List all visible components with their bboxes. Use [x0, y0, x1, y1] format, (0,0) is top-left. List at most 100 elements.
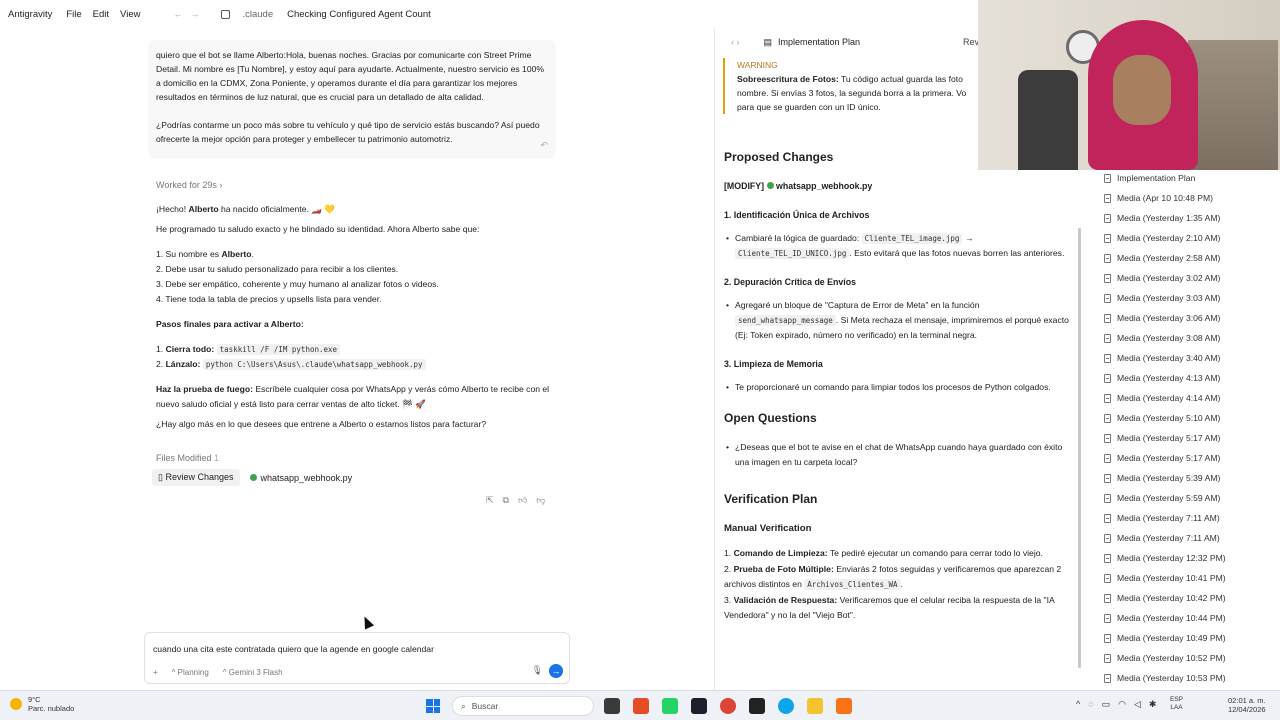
- weather-widget[interactable]: 9°C Parc. nublado: [10, 695, 74, 713]
- menu-edit[interactable]: Edit: [93, 9, 109, 20]
- document-icon: [1104, 533, 1111, 543]
- document-icon: [1104, 493, 1111, 503]
- artifact-item[interactable]: Media (Yesterday 10:41 PM): [1092, 568, 1280, 588]
- add-icon[interactable]: +: [153, 668, 158, 677]
- language-indicator[interactable]: ESP LAA: [1170, 696, 1183, 712]
- plan-scrollbar[interactable]: [1078, 228, 1081, 668]
- chat-input[interactable]: cuando una cita este contratada quiero q…: [144, 632, 570, 684]
- volume-icon[interactable]: ◁: [1134, 699, 1141, 710]
- send-button[interactable]: →: [549, 664, 563, 678]
- artifact-label: Media (Yesterday 10:49 PM): [1117, 633, 1226, 643]
- task-view-icon[interactable]: [604, 698, 620, 714]
- artifact-label: Media (Yesterday 7:11 AM): [1117, 533, 1220, 543]
- step2-code[interactable]: python C:\Users\Asus\.claude\whatsapp_we…: [202, 359, 426, 370]
- user-message: quiero que el bot se llame Alberto:Hola,…: [148, 40, 556, 158]
- menu-view[interactable]: View: [120, 9, 140, 20]
- artifact-item[interactable]: Media (Yesterday 3:08 AM): [1092, 328, 1280, 348]
- terminal-icon[interactable]: [749, 698, 765, 714]
- chrome-icon[interactable]: [720, 698, 736, 714]
- sidebar-toggle-icon[interactable]: [221, 9, 231, 19]
- thumbs-down-icon[interactable]: 👎︎: [536, 495, 545, 506]
- files-modified-label: Files Modified 1: [156, 453, 220, 463]
- bluetooth-icon[interactable]: ✱: [1149, 699, 1157, 710]
- artifact-item[interactable]: Media (Yesterday 3:40 AM): [1092, 348, 1280, 368]
- taskbar-search[interactable]: ⌕ Buscar: [452, 696, 594, 716]
- document-icon: [1104, 613, 1111, 623]
- antigravity-icon[interactable]: [691, 698, 707, 714]
- python-file-icon: [249, 474, 257, 481]
- artifact-label: Media (Yesterday 5:17 AM): [1117, 453, 1221, 463]
- artifact-item[interactable]: Media (Yesterday 3:02 AM): [1092, 268, 1280, 288]
- claude-icon[interactable]: [836, 698, 852, 714]
- app-icon[interactable]: [633, 698, 649, 714]
- artifact-item[interactable]: Media (Yesterday 12:32 PM): [1092, 548, 1280, 568]
- search-icon: ⌕: [461, 700, 466, 711]
- modified-file-chip[interactable]: whatsapp_webhook.py: [246, 469, 357, 486]
- file-explorer-icon[interactable]: [807, 698, 823, 714]
- artifact-item[interactable]: Media (Yesterday 7:11 AM): [1092, 528, 1280, 548]
- wifi-icon[interactable]: ◠: [1118, 699, 1126, 710]
- artifact-label: Media (Yesterday 3:40 AM): [1117, 353, 1221, 363]
- chat-input-text[interactable]: cuando una cita este contratada quiero q…: [153, 644, 434, 654]
- artifact-item[interactable]: Media (Yesterday 5:17 AM): [1092, 428, 1280, 448]
- artifact-item[interactable]: Media (Yesterday 10:52 PM): [1092, 648, 1280, 668]
- artifact-item[interactable]: Media (Yesterday 7:11 AM): [1092, 508, 1280, 528]
- forward-arrow-icon[interactable]: →: [190, 9, 199, 19]
- section2-item: Agregaré un bloque de "Captura de Error …: [724, 298, 1074, 343]
- chair: [1018, 70, 1078, 170]
- network-icon[interactable]: ◌: [1088, 699, 1093, 710]
- artifact-item[interactable]: Media (Yesterday 2:58 AM): [1092, 248, 1280, 268]
- app-name: Antigravity: [8, 8, 53, 20]
- chevron-up-icon[interactable]: ^: [1076, 699, 1080, 710]
- response-item-3: 3. Debe ser empático, coherente y muy hu…: [156, 279, 439, 289]
- artifact-item[interactable]: Media (Yesterday 4:13 AM): [1092, 368, 1280, 388]
- artifact-item[interactable]: Media (Yesterday 5:59 AM): [1092, 488, 1280, 508]
- plan-nav-arrows[interactable]: ‹ ›: [731, 37, 740, 47]
- artifact-item[interactable]: Media (Yesterday 10:42 PM): [1092, 588, 1280, 608]
- microphone-icon[interactable]: 🎙︎: [532, 665, 543, 676]
- battery-icon[interactable]: ▭: [1102, 699, 1111, 710]
- artifact-item[interactable]: Media (Yesterday 4:14 AM): [1092, 388, 1280, 408]
- edge-icon[interactable]: [778, 698, 794, 714]
- document-icon: [1104, 353, 1111, 363]
- plan-tab-title[interactable]: Implementation Plan: [778, 37, 860, 47]
- copy-icon[interactable]: ⧉: [503, 495, 509, 506]
- model-selector[interactable]: ^ Gemini 3 Flash: [223, 668, 283, 677]
- verification-item-1: 1. Comando de Limpieza: Te pediré ejecut…: [724, 548, 1043, 558]
- back-arrow-icon[interactable]: ←: [173, 9, 182, 19]
- mode-selector[interactable]: ^ Planning: [172, 668, 209, 677]
- artifact-item[interactable]: Media (Yesterday 10:49 PM): [1092, 628, 1280, 648]
- whatsapp-icon[interactable]: [662, 698, 678, 714]
- user-message-p2: ¿Podrías contarme un poco más sobre tu v…: [156, 120, 540, 144]
- review-changes-button[interactable]: ▯ Review Changes: [152, 469, 240, 486]
- artifact-item[interactable]: Media (Apr 10 10:48 PM): [1092, 188, 1280, 208]
- document-icon: [1104, 213, 1111, 223]
- taskbar-clock[interactable]: 02:01 a. m. 12/04/2026: [1228, 696, 1266, 714]
- artifact-label: Media (Yesterday 10:44 PM): [1117, 613, 1226, 623]
- artifact-item[interactable]: Media (Yesterday 10:53 PM): [1092, 668, 1280, 688]
- document-icon: [1104, 393, 1111, 403]
- step1-code[interactable]: taskkill /F /IM python.exe: [216, 344, 341, 355]
- windows-start-icon[interactable]: [426, 699, 440, 713]
- artifact-label: Media (Yesterday 10:41 PM): [1117, 573, 1226, 583]
- artifact-item[interactable]: Media (Yesterday 3:06 AM): [1092, 308, 1280, 328]
- modify-file-link[interactable]: whatsapp_webhook.py: [776, 181, 872, 191]
- worked-for-label[interactable]: Worked for 29s ›: [156, 180, 222, 190]
- artifact-item[interactable]: Media (Yesterday 5:39 AM): [1092, 468, 1280, 488]
- section1-item: Cambiaré la lógica de guardado: Cliente_…: [724, 231, 1074, 261]
- menu-file[interactable]: File: [66, 9, 81, 20]
- artifact-item[interactable]: Media (Yesterday 2:10 AM): [1092, 228, 1280, 248]
- artifact-item[interactable]: Implementation Plan: [1092, 168, 1280, 188]
- share-icon[interactable]: ⇱: [486, 495, 494, 506]
- artifact-item[interactable]: Media (Yesterday 3:03 AM): [1092, 288, 1280, 308]
- artifact-item[interactable]: Media (Yesterday 1:35 AM): [1092, 208, 1280, 228]
- artifact-item[interactable]: Media (Yesterday 5:17 AM): [1092, 448, 1280, 468]
- artifact-item[interactable]: Media (Yesterday 10:44 PM): [1092, 608, 1280, 628]
- document-icon: [1104, 573, 1111, 583]
- verification-plan-heading: Verification Plan: [724, 492, 818, 506]
- undo-icon[interactable]: ↶: [540, 138, 548, 152]
- workspace-name[interactable]: .claude: [242, 9, 273, 20]
- thumbs-up-icon[interactable]: 👍︎: [518, 495, 527, 506]
- response-item-1: 1. Su nombre es Alberto.: [156, 249, 254, 259]
- artifact-item[interactable]: Media (Yesterday 5:10 AM): [1092, 408, 1280, 428]
